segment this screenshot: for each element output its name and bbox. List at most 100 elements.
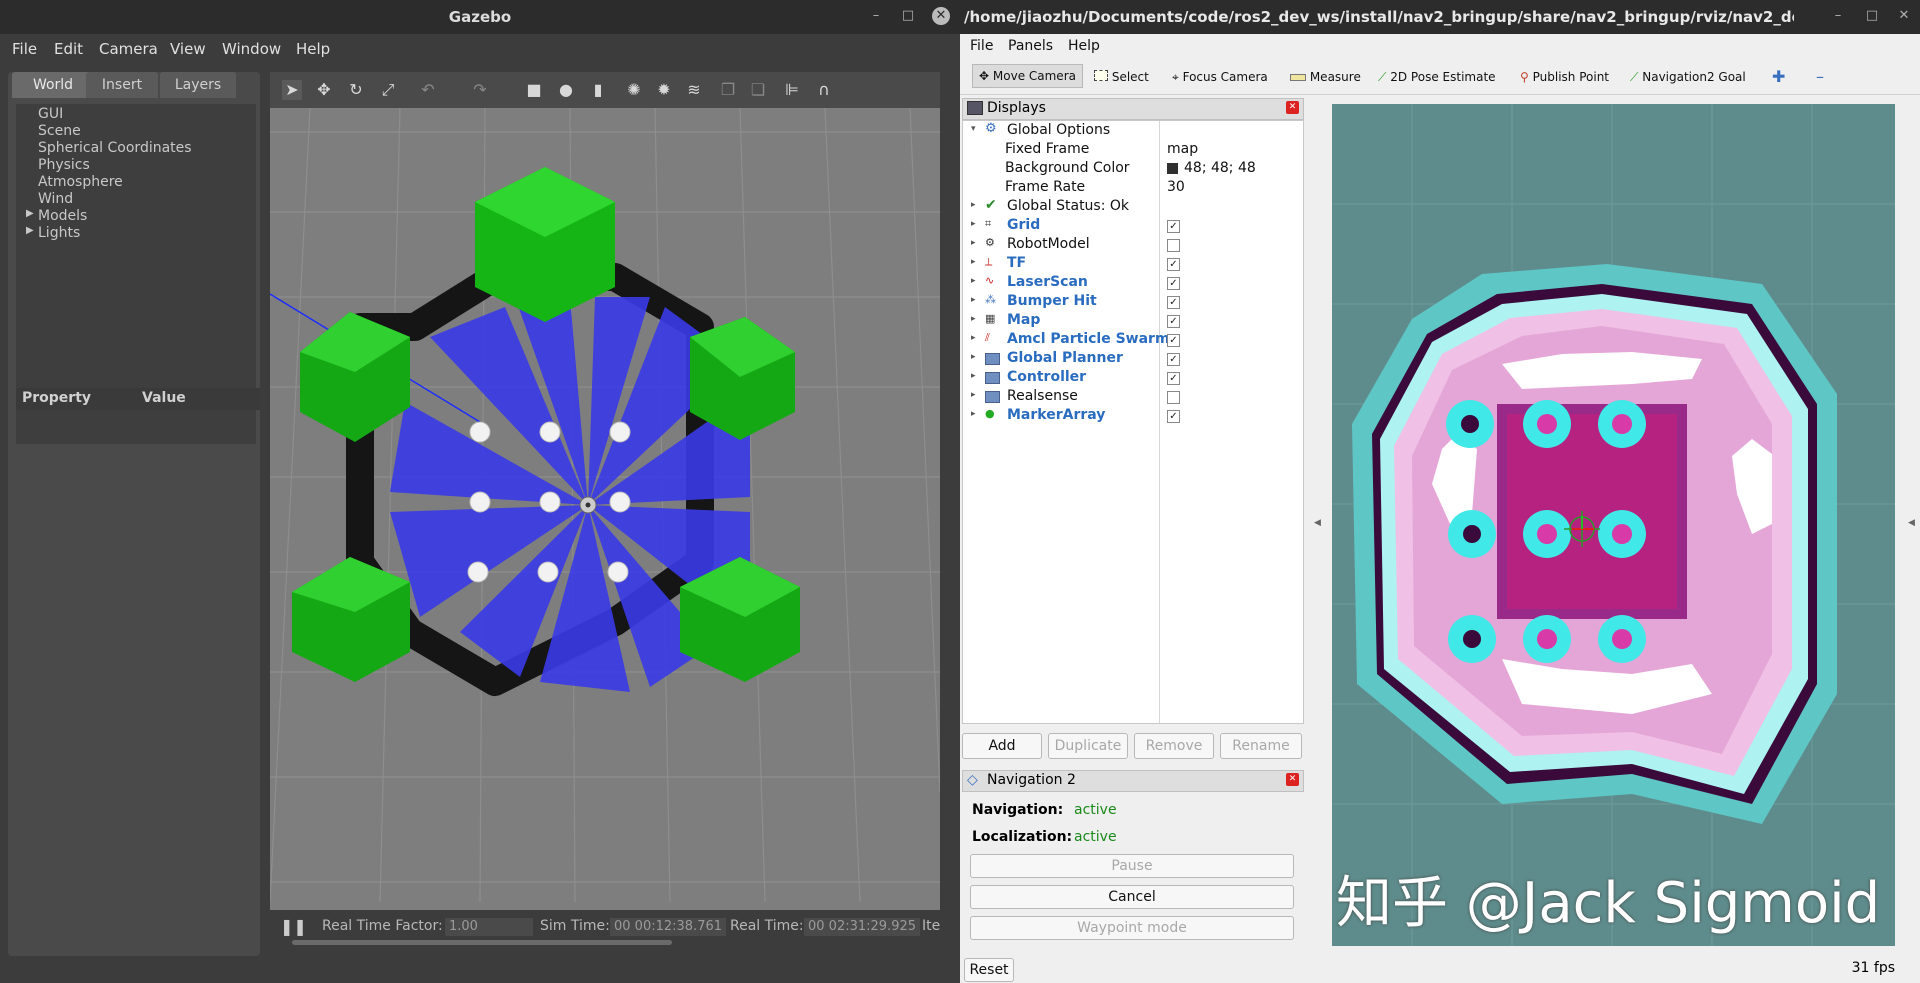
menu-view[interactable]: View — [170, 40, 206, 58]
expand-icon[interactable]: ▸ — [971, 371, 976, 381]
tab-insert[interactable]: Insert — [86, 72, 158, 98]
publish-point-button[interactable]: ⚲ Publish Point — [1520, 68, 1609, 86]
display-row-map[interactable]: ▸ ▦ Map ✓ — [963, 311, 1303, 330]
bg-color-row[interactable]: Background Color 48; 48; 48 — [963, 159, 1303, 178]
remove-button[interactable]: Remove — [1134, 733, 1214, 759]
select-button[interactable]: Select — [1094, 68, 1149, 86]
enable-checkbox[interactable]: ✓ — [1167, 220, 1180, 233]
fixed-frame-value[interactable]: map — [1167, 141, 1198, 157]
select-arrow-icon[interactable]: ➤ — [282, 80, 302, 100]
spot-light-icon[interactable]: ✹ — [654, 80, 674, 100]
display-row-controller[interactable]: ▸ Controller ✓ — [963, 368, 1303, 387]
tree-item-wind[interactable]: Wind — [38, 191, 73, 207]
close-panel-icon[interactable]: ✕ — [1286, 101, 1299, 114]
enable-checkbox[interactable]: ✓ — [1167, 258, 1180, 271]
move-camera-button[interactable]: ✥ Move Camera — [972, 64, 1083, 88]
tab-layers[interactable]: Layers — [160, 72, 236, 98]
nav2-goal-button[interactable]: ⟋ Navigation2 Goal — [1630, 68, 1746, 86]
pause-button[interactable]: Pause — [970, 854, 1294, 878]
expand-icon[interactable]: ▸ — [971, 314, 976, 324]
box-icon[interactable]: ■ — [524, 80, 544, 100]
maximize-icon[interactable]: □ — [898, 6, 918, 26]
translate-icon[interactable]: ✥ — [314, 80, 334, 100]
expand-icon[interactable]: ▸ — [971, 390, 976, 400]
display-row-markerarray[interactable]: ▸ ● MarkerArray ✓ — [963, 406, 1303, 425]
display-row-amcl[interactable]: ▸ ⫽ Amcl Particle Swarm ✓ — [963, 330, 1303, 349]
splitter-left-icon[interactable]: ◀ — [1314, 518, 1321, 528]
menu-help[interactable]: Help — [1068, 38, 1100, 54]
waypoint-mode-button[interactable]: Waypoint mode — [970, 916, 1294, 940]
focus-camera-button[interactable]: ⌖ Focus Camera — [1172, 68, 1268, 86]
expand-icon[interactable]: ▸ — [971, 257, 976, 267]
display-row-laserscan[interactable]: ▸ ∿ LaserScan ✓ — [963, 273, 1303, 292]
tree-item-spherical[interactable]: Spherical Coordinates — [38, 140, 192, 156]
rviz-3d-view[interactable] — [1332, 104, 1895, 946]
frame-rate-value[interactable]: 30 — [1167, 179, 1185, 195]
expand-icon[interactable]: ▶ — [26, 225, 34, 236]
tree-item-atmosphere[interactable]: Atmosphere — [38, 174, 123, 190]
gazebo-3d-view[interactable] — [270, 72, 940, 944]
display-row-global-planner[interactable]: ▸ Global Planner ✓ — [963, 349, 1303, 368]
expand-icon[interactable]: ▸ — [971, 276, 976, 286]
display-row-tf[interactable]: ▸ ⟂ TF ✓ — [963, 254, 1303, 273]
maximize-icon[interactable]: □ — [1862, 6, 1882, 26]
tree-item-gui[interactable]: GUI — [38, 106, 63, 122]
add-button[interactable]: Add — [962, 733, 1042, 759]
directional-light-icon[interactable]: ≋ — [684, 80, 704, 100]
cylinder-icon[interactable]: ▮ — [588, 80, 608, 100]
sphere-icon[interactable]: ● — [556, 80, 576, 100]
enable-checkbox[interactable] — [1167, 391, 1180, 404]
menu-camera[interactable]: Camera — [99, 40, 158, 58]
duplicate-button[interactable]: Duplicate — [1048, 733, 1128, 759]
rename-button[interactable]: Rename — [1220, 733, 1302, 759]
close-icon[interactable]: ✕ — [932, 7, 950, 25]
close-panel-icon[interactable]: ✕ — [1286, 773, 1299, 786]
horizontal-scrollbar[interactable] — [292, 940, 672, 945]
minimize-icon[interactable]: – — [866, 6, 886, 26]
menu-file[interactable]: File — [970, 38, 993, 54]
align-icon[interactable]: ⊫ — [782, 80, 802, 100]
undo-icon[interactable]: ↶ — [418, 80, 438, 100]
collapse-icon[interactable]: ▾ — [971, 124, 976, 134]
expand-icon[interactable]: ▸ — [971, 333, 976, 343]
expand-icon[interactable]: ▸ — [971, 219, 976, 229]
enable-checkbox[interactable] — [1167, 239, 1180, 252]
global-status-row[interactable]: ▸ ✔ Global Status: Ok — [963, 197, 1303, 216]
bg-color-value[interactable]: 48; 48; 48 — [1184, 160, 1256, 176]
rotate-icon[interactable]: ↻ — [346, 80, 366, 100]
remove-tool-icon[interactable]: – — [1816, 68, 1824, 86]
enable-checkbox[interactable]: ✓ — [1167, 353, 1180, 366]
tab-world[interactable]: World — [12, 72, 94, 98]
scale-icon[interactable]: ⤢ — [378, 80, 398, 100]
fixed-frame-row[interactable]: Fixed Frame map — [963, 140, 1303, 159]
enable-checkbox[interactable]: ✓ — [1167, 410, 1180, 423]
expand-icon[interactable]: ▸ — [971, 200, 976, 210]
pause-icon[interactable]: ❚❚ — [280, 917, 307, 936]
minimize-icon[interactable]: – — [1828, 6, 1848, 26]
menu-panels[interactable]: Panels — [1008, 38, 1053, 54]
menu-help[interactable]: Help — [296, 40, 330, 58]
menu-window[interactable]: Window — [222, 40, 281, 58]
enable-checkbox[interactable]: ✓ — [1167, 372, 1180, 385]
expand-icon[interactable]: ▸ — [971, 295, 976, 305]
global-options-row[interactable]: ▾ ⚙ Global Options — [963, 121, 1303, 140]
enable-checkbox[interactable]: ✓ — [1167, 315, 1180, 328]
tree-item-models[interactable]: Models — [38, 208, 87, 224]
color-swatch[interactable] — [1167, 163, 1178, 174]
snap-icon[interactable]: ∩ — [814, 80, 834, 100]
display-row-realsense[interactable]: ▸ Realsense — [963, 387, 1303, 406]
frame-rate-row[interactable]: Frame Rate 30 — [963, 178, 1303, 197]
menu-edit[interactable]: Edit — [54, 40, 83, 58]
expand-icon[interactable]: ▶ — [26, 208, 34, 219]
display-row-grid[interactable]: ▸ ⌗ Grid ✓ — [963, 216, 1303, 235]
redo-icon[interactable]: ↷ — [470, 80, 490, 100]
expand-icon[interactable]: ▸ — [971, 409, 976, 419]
tree-item-scene[interactable]: Scene — [38, 123, 81, 139]
close-icon[interactable]: ✕ — [1894, 6, 1914, 26]
expand-icon[interactable]: ▸ — [971, 238, 976, 248]
paste-icon[interactable]: ❏ — [748, 80, 768, 100]
tree-item-lights[interactable]: Lights — [38, 225, 80, 241]
copy-icon[interactable]: ❐ — [718, 80, 738, 100]
splitter-right-icon[interactable]: ◀ — [1908, 518, 1915, 528]
menu-file[interactable]: File — [12, 40, 37, 58]
